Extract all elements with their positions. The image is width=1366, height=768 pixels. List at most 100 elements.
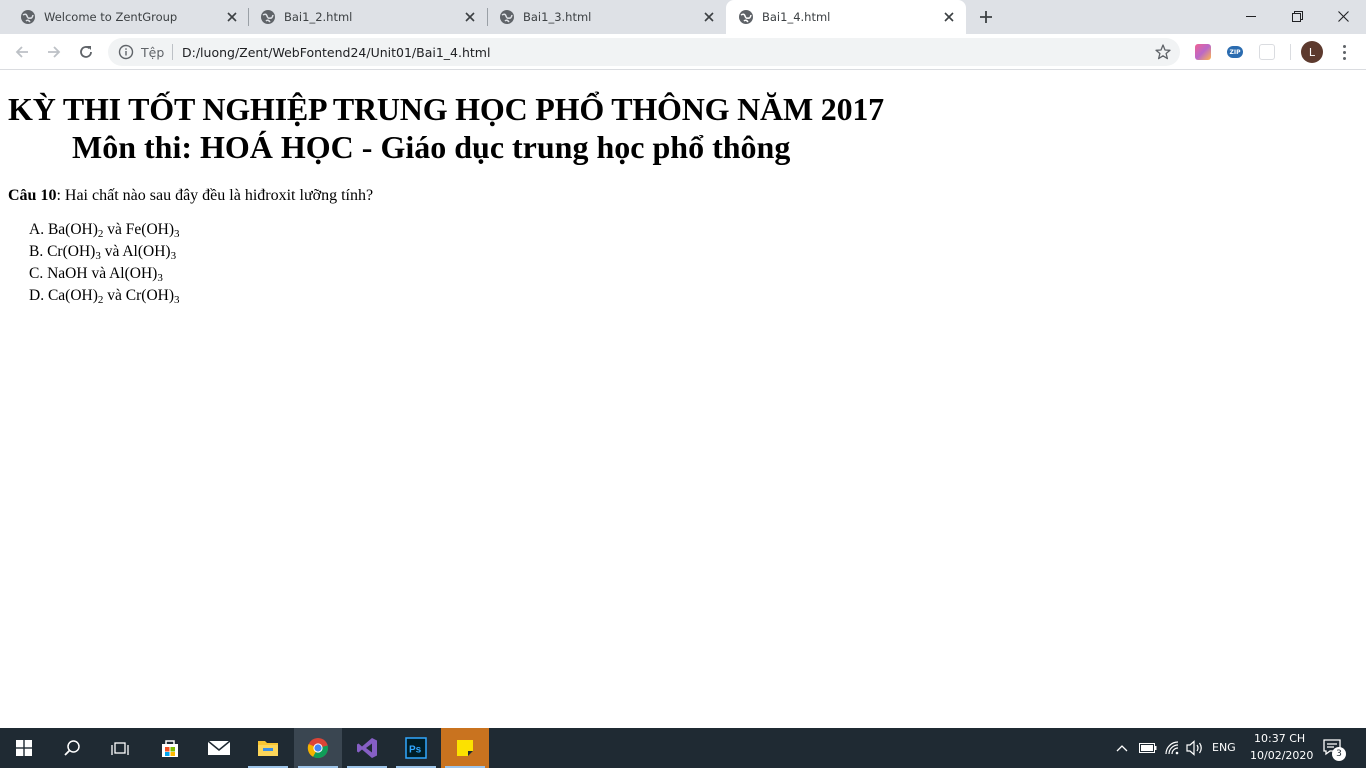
volume-icon[interactable] [1186,740,1204,756]
forward-button[interactable] [42,40,66,64]
start-button[interactable] [0,728,48,768]
mail-app[interactable] [195,728,243,768]
answer-letter: C. [29,265,44,282]
photoshop-app[interactable]: Ps [392,728,440,768]
tab-title: Bai1_3.html [523,10,592,24]
compound: Cr(OH) [47,243,96,260]
subscript: 3 [170,250,177,262]
address-bar[interactable]: Tệp D:/luong/Zent/WebFontend24/Unit01/Ba… [108,38,1180,66]
close-window-button[interactable] [1320,0,1366,32]
tab-welcome-zentgroup[interactable]: Welcome to ZentGroup [8,0,248,34]
address-divider [172,44,173,60]
restore-icon [1291,10,1303,22]
minimize-button[interactable] [1228,0,1274,32]
close-icon[interactable] [700,8,718,26]
store-app[interactable] [146,728,194,768]
tab-strip: Welcome to ZentGroup Bai1_2.html Bai1_3.… [0,0,1366,34]
close-icon[interactable] [461,8,479,26]
tab-title: Bai1_2.html [284,10,353,24]
visual-studio-icon [357,738,377,758]
answer-letter: A. [29,221,45,238]
answer-list: A. Ba(OH)2 và Fe(OH)3 B. Cr(OH)3 và Al(O… [29,221,180,309]
question: Câu 10: Hai chất nào sau đây đều là hiđr… [8,187,373,205]
subscript: 3 [174,294,180,306]
exam-subject: Môn thi: HOÁ HỌC - Giáo dục trung học ph… [72,129,791,165]
clock-date[interactable]: 10/02/2020 [1250,749,1313,762]
sticky-notes-app[interactable] [441,728,489,768]
action-center-button[interactable]: 3 [1322,738,1348,761]
avatar[interactable]: L [1301,41,1323,63]
chrome-app[interactable] [294,728,342,768]
exam-title: KỲ THI TỐT NGHIỆP TRUNG HỌC PHỔ THÔNG NĂ… [8,91,884,127]
tab-title: Bai1_4.html [762,10,831,24]
globe-icon [739,10,753,24]
windows-taskbar: Ps ENG 10:37 CH 10/02/2020 3 [0,728,1366,768]
svg-text:Ps: Ps [409,745,422,756]
chrome-icon [307,738,329,759]
minimize-icon [1245,15,1256,17]
restore-button[interactable] [1274,0,1320,32]
globe-icon [21,10,35,24]
page-content: KỲ THI TỐT NGHIỆP TRUNG HỌC PHỔ THÔNG NĂ… [0,71,1366,728]
question-text: : Hai chất nào sau đây đều là hiđroxit l… [56,187,374,204]
close-icon [1337,10,1349,22]
photoshop-icon: Ps [405,737,427,759]
globe-icon [261,10,275,24]
tab-bai1-3[interactable]: Bai1_3.html [487,0,725,34]
close-icon[interactable] [223,8,241,26]
compound: Ba(OH) [47,221,98,238]
pocket-extension-icon[interactable] [1259,44,1275,60]
back-button[interactable] [10,40,34,64]
reload-button[interactable] [74,40,98,64]
compound: Al(OH) [122,243,171,260]
subscript: 3 [174,228,180,240]
battery-icon[interactable] [1139,743,1157,753]
new-tab-button[interactable] [976,7,996,27]
arrow-left-icon [15,46,28,58]
compound: Fe(OH) [125,221,174,238]
answer-a: A. Ba(OH)2 và Fe(OH)3 [29,221,180,243]
plus-icon [980,11,992,23]
wifi-icon[interactable] [1164,740,1180,756]
info-icon[interactable] [118,44,134,60]
visual-studio-app[interactable] [343,728,391,768]
zip-extension-icon[interactable]: ZIP [1227,46,1243,58]
question-number: Câu 10 [8,187,57,204]
close-icon[interactable] [940,8,958,26]
answer-letter: D. [29,287,45,304]
store-icon [162,740,178,757]
language-indicator[interactable]: ENG [1212,741,1236,754]
mail-icon [207,740,231,755]
star-icon[interactable] [1154,43,1172,61]
more-menu-icon[interactable] [1334,42,1354,62]
task-view-button[interactable] [96,728,144,768]
tab-bai1-4[interactable]: Bai1_4.html [726,0,966,34]
sticky-notes-icon [457,740,473,756]
answer-c: C. NaOH và Al(OH)3 [29,265,180,287]
search-icon [64,740,80,756]
file-explorer-app[interactable] [244,728,292,768]
subscript: 3 [157,272,163,284]
compound: Al(OH) [109,265,158,282]
joiner: và [87,265,110,282]
tab-bai1-2[interactable]: Bai1_2.html [248,0,488,34]
clock-time[interactable]: 10:37 CH [1254,732,1305,745]
scheme-label: Tệp [141,45,165,60]
joiner: và [103,221,126,238]
browser-toolbar: Tệp D:/luong/Zent/WebFontend24/Unit01/Ba… [0,34,1366,70]
answer-d: D. Ca(OH)2 và Cr(OH)3 [29,287,180,309]
color-extension-icon[interactable] [1195,44,1211,60]
notification-badge: 3 [1332,747,1346,761]
url-text[interactable]: D:/luong/Zent/WebFontend24/Unit01/Bai1_4… [182,45,490,60]
chevron-up-icon[interactable] [1116,743,1128,753]
search-button[interactable] [48,728,96,768]
globe-icon [500,10,514,24]
compound: Ca(OH) [47,287,98,304]
task-view-icon [111,742,129,755]
tab-title: Welcome to ZentGroup [44,10,178,24]
file-explorer-icon [258,741,278,756]
compound: Cr(OH) [125,287,174,304]
answer-letter: B. [29,243,44,260]
toolbar-divider [1290,44,1291,60]
start-icon [16,740,32,756]
